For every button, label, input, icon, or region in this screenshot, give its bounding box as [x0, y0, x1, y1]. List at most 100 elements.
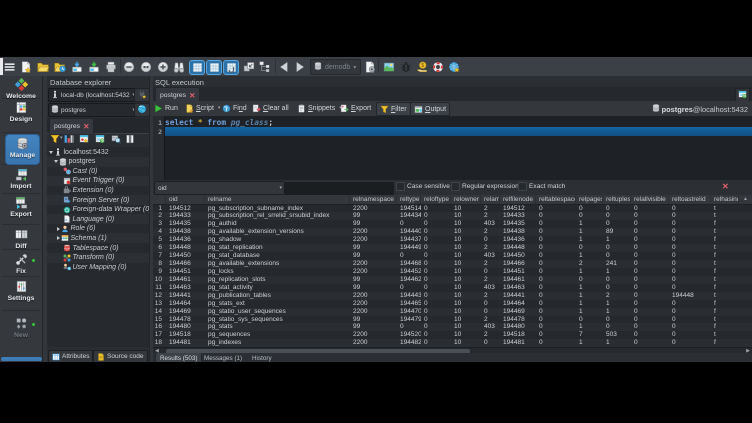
- grid-cell[interactable]: 194434: [397, 212, 421, 220]
- grid-column-header-relhasindex[interactable]: relhasindex: [711, 195, 739, 204]
- grid-cell[interactable]: 2: [481, 276, 500, 284]
- grid-cell[interactable]: 2: [481, 212, 500, 220]
- grid-column-header-relowner[interactable]: relowner: [451, 195, 481, 204]
- bottom-tab-source-code[interactable]: Source code: [93, 350, 148, 362]
- grid-cell[interactable]: 99: [350, 316, 397, 324]
- grid-row[interactable]: 13194464pg_stats_ext22001944650100194464…: [153, 300, 752, 308]
- grid-cell[interactable]: 194435: [166, 220, 205, 228]
- grid-cell[interactable]: 0: [421, 268, 451, 276]
- grid-row[interactable]: 16194480pg_stats99001040319448001000f: [153, 323, 752, 331]
- detach-window-button[interactable]: [242, 60, 256, 73]
- filter-text-input[interactable]: [283, 181, 395, 196]
- grid-column-header-reltuples[interactable]: reltuples: [603, 195, 631, 204]
- grid-cell[interactable]: 0: [669, 252, 711, 260]
- grid-cell[interactable]: 0: [631, 316, 669, 324]
- grid-cell[interactable]: 2200: [350, 331, 397, 339]
- grid-cell[interactable]: 10: [451, 228, 481, 236]
- grid-cell[interactable]: 0: [603, 284, 631, 292]
- grid-cell[interactable]: 1: [603, 300, 631, 308]
- grid-cell[interactable]: 194436: [166, 236, 205, 244]
- grid-cell[interactable]: 1: [576, 284, 603, 292]
- tree-item[interactable]: Schema (1): [47, 233, 149, 243]
- grid-cell[interactable]: 0: [631, 276, 669, 284]
- grid-cell[interactable]: 10: [451, 252, 481, 260]
- donate-button[interactable]: $: [415, 60, 429, 73]
- grid-cell[interactable]: 0: [421, 339, 451, 347]
- grid-cell[interactable]: 194468: [397, 260, 421, 268]
- grid-cell[interactable]: 0: [669, 276, 711, 284]
- bug-report-button[interactable]: [399, 60, 413, 73]
- sidebar-item-welcome[interactable]: Welcome: [0, 78, 42, 100]
- grid-cell[interactable]: 0: [603, 244, 631, 252]
- grid-row[interactable]: 11194463pg_stat_activity9900104031944630…: [153, 284, 752, 292]
- tree-item[interactable]: Transform (0): [47, 253, 149, 263]
- grid-cell[interactable]: f: [711, 252, 739, 260]
- sidebar-item-export[interactable]: Export: [0, 196, 42, 218]
- grid-cell[interactable]: 403: [481, 220, 500, 228]
- grid-cell[interactable]: 0: [421, 323, 451, 331]
- grid-cell[interactable]: t: [711, 260, 739, 268]
- grid-cell[interactable]: 0: [397, 323, 421, 331]
- grid-cell[interactable]: 0: [576, 205, 603, 213]
- grid-cell[interactable]: 10: [451, 205, 481, 213]
- grid-cell[interactable]: 194482: [397, 339, 421, 347]
- grid-column-header-relallvisible[interactable]: relallvisible: [631, 195, 669, 204]
- sidebar-item-settings[interactable]: Settings: [0, 280, 42, 302]
- grid-row[interactable]: 6194448pg_stat_replication99194449010219…: [153, 244, 752, 252]
- tree-item[interactable]: Language (0): [47, 214, 149, 224]
- grid-cell[interactable]: f: [711, 220, 739, 228]
- grid-cell[interactable]: 10: [451, 308, 481, 316]
- grid-row[interactable]: 9194451pg_locks2200194452010019445101100…: [153, 268, 752, 276]
- checkbox-box[interactable]: [396, 182, 405, 191]
- grid-cell[interactable]: pg_subscription_subname_index: [205, 205, 350, 213]
- grid-cell[interactable]: 10: [451, 276, 481, 284]
- grid-cell[interactable]: 0: [536, 276, 576, 284]
- grid-column-header-relpages[interactable]: relpages: [576, 195, 603, 204]
- grid-cell[interactable]: 99: [350, 276, 397, 284]
- grid-cell[interactable]: t: [711, 316, 739, 324]
- grid-row[interactable]: 8194466pg_available_extensions2200194468…: [153, 260, 752, 268]
- grid-cell[interactable]: 1: [603, 308, 631, 316]
- menu-button[interactable]: [3, 60, 17, 73]
- grid-cell[interactable]: 194440: [397, 228, 421, 236]
- grid-cell[interactable]: 0: [421, 205, 451, 213]
- grid-cell[interactable]: 0: [669, 236, 711, 244]
- grid-cell[interactable]: t: [711, 228, 739, 236]
- grid-cell[interactable]: 1: [576, 339, 603, 347]
- nav-back-button[interactable]: [277, 60, 291, 73]
- tree-item[interactable]: Foreign-data Wrapper (0): [47, 205, 149, 215]
- grid-cell[interactable]: 0: [631, 236, 669, 244]
- grid-cell[interactable]: 2: [481, 260, 500, 268]
- grid-row[interactable]: 12194441pg_publication_tables22001944430…: [153, 292, 752, 300]
- grid-cell[interactable]: 0: [536, 268, 576, 276]
- grid-cell[interactable]: t: [711, 331, 739, 339]
- grid-cell[interactable]: 0: [481, 339, 500, 347]
- grid-cell[interactable]: 0: [536, 205, 576, 213]
- grid-cell[interactable]: 2200: [350, 300, 397, 308]
- grid-row[interactable]: 15194478pg_statio_sys_sequences991944790…: [153, 316, 752, 324]
- grid-cell[interactable]: 194512: [166, 205, 205, 213]
- grid-cell[interactable]: 0: [669, 331, 711, 339]
- grid-cell[interactable]: 194448: [166, 244, 205, 252]
- grid-cell[interactable]: 194452: [397, 268, 421, 276]
- grid-cell[interactable]: 99: [350, 244, 397, 252]
- grid-cell[interactable]: 1: [603, 339, 631, 347]
- grid-cell[interactable]: 10: [451, 236, 481, 244]
- sidebar-item-design[interactable]: Design: [0, 101, 42, 123]
- grid-cell[interactable]: 194466: [500, 260, 536, 268]
- grid-cell[interactable]: 0: [536, 308, 576, 316]
- grid-cell[interactable]: 99: [350, 323, 397, 331]
- grid-cell[interactable]: 194478: [500, 316, 536, 324]
- grid-cell[interactable]: 0: [576, 276, 603, 284]
- grid-edit-button[interactable]: [223, 60, 239, 75]
- grid-cell[interactable]: 0: [669, 268, 711, 276]
- grid-cell[interactable]: 10: [451, 284, 481, 292]
- results-grid[interactable]: oidrelnamerelnamespacereltypereloftypere…: [153, 195, 752, 347]
- new-file-button[interactable]: [19, 60, 33, 73]
- grid-cell[interactable]: pg_statio_sys_sequences: [205, 316, 350, 324]
- grid-cell[interactable]: 2200: [350, 268, 397, 276]
- grid-cell[interactable]: 2: [481, 292, 500, 300]
- grid-cell[interactable]: 0: [631, 292, 669, 300]
- grid-cell[interactable]: 0: [631, 244, 669, 252]
- grid-cell[interactable]: 0: [536, 260, 576, 268]
